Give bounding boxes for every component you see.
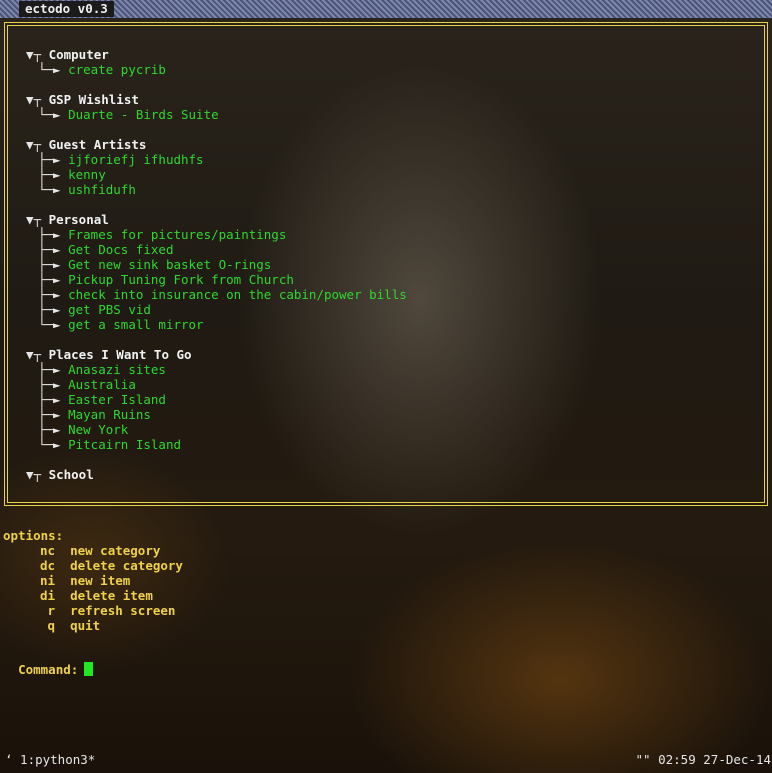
options-header: options: xyxy=(3,528,64,543)
option-label: new category xyxy=(70,543,161,558)
todo-item-label: Duarte - Birds Suite xyxy=(68,107,219,122)
option-key: r xyxy=(47,603,55,618)
app-title: ectodo v0.3 xyxy=(19,1,114,17)
tree-connector-icon: ├─► xyxy=(38,242,69,257)
option-row: di delete item xyxy=(0,588,153,603)
todo-item[interactable]: ├─► Easter Island xyxy=(38,392,166,407)
expand-arrow-icon[interactable]: ▼┬ xyxy=(26,347,49,362)
option-key: dc xyxy=(39,558,55,573)
expand-arrow-icon[interactable]: ▼┬ xyxy=(26,467,49,482)
tree-connector-icon: ├─► xyxy=(38,227,69,242)
todo-item-label: Australia xyxy=(68,377,136,392)
todo-item[interactable]: ├─► Mayan Ruins xyxy=(38,407,151,422)
command-line[interactable]: Command: xyxy=(3,647,94,677)
title-bar: ectodo v0.3 xyxy=(0,0,772,18)
category-row[interactable]: ▼┬ Personal xyxy=(26,212,109,227)
tree-connector-icon: └─► xyxy=(38,437,69,452)
category-label: Computer xyxy=(48,47,109,62)
todo-item-label: Pickup Tuning Fork from Church xyxy=(68,272,294,287)
todo-item-label: Get Docs fixed xyxy=(68,242,174,257)
option-key: di xyxy=(39,588,55,603)
todo-item[interactable]: ├─► ijforiefj ifhudhfs xyxy=(38,152,204,167)
todo-item[interactable]: └─► Duarte - Birds Suite xyxy=(38,107,219,122)
todo-item[interactable]: ├─► New York xyxy=(38,422,128,437)
option-row: dc delete category xyxy=(0,558,183,573)
todo-item-label: Get new sink basket O-rings xyxy=(68,257,272,272)
category-row[interactable]: ▼┬ Computer xyxy=(26,47,109,62)
todo-item[interactable]: ├─► check into insurance on the cabin/po… xyxy=(38,287,407,302)
category-row[interactable]: ▼┬ GSP Wishlist xyxy=(26,92,139,107)
todo-item[interactable]: └─► ushfidufh xyxy=(38,182,136,197)
category-label: GSP Wishlist xyxy=(48,92,139,107)
todo-item[interactable]: └─► Pitcairn Island xyxy=(38,437,181,452)
option-key: ni xyxy=(39,573,55,588)
tree-connector-icon: ├─► xyxy=(38,362,69,377)
todo-item-label: get PBS vid xyxy=(68,302,151,317)
category-row[interactable]: ▼┬ School xyxy=(26,467,94,482)
option-row: nc new category xyxy=(0,543,160,558)
todo-item[interactable]: ├─► Pickup Tuning Fork from Church xyxy=(38,272,294,287)
todo-item[interactable]: ├─► Get new sink basket O-rings xyxy=(38,257,271,272)
text-cursor xyxy=(84,662,94,676)
tree-connector-icon: └─► xyxy=(38,317,69,332)
todo-item[interactable]: ├─► Anasazi sites xyxy=(38,362,166,377)
category-label: School xyxy=(48,467,94,482)
tree-connector-icon: ├─► xyxy=(38,272,69,287)
todo-item[interactable]: └─► get a small mirror xyxy=(38,317,204,332)
option-row: ni new item xyxy=(0,573,130,588)
category-row[interactable]: ▼┬ Places I Want To Go xyxy=(26,347,192,362)
tree-connector-icon: ├─► xyxy=(38,422,69,437)
todo-item-label: kenny xyxy=(68,167,106,182)
expand-arrow-icon[interactable]: ▼┬ xyxy=(26,92,49,107)
todo-item-label: ijforiefj ifhudhfs xyxy=(68,152,204,167)
todo-item-label: Mayan Ruins xyxy=(68,407,151,422)
tree-connector-icon: ├─► xyxy=(38,287,69,302)
tree-connector-icon: ├─► xyxy=(38,257,69,272)
todo-item[interactable]: ├─► kenny xyxy=(38,167,106,182)
tree-connector-icon: ├─► xyxy=(38,302,69,317)
status-window-list: ‘ 1:python3* xyxy=(5,752,96,767)
option-label: quit xyxy=(70,618,101,633)
tree-connector-icon: └─► xyxy=(38,107,69,122)
tree-connector-icon: ├─► xyxy=(38,392,69,407)
tree-connector-icon: ├─► xyxy=(38,407,69,422)
todo-item[interactable]: └─► create pycrib xyxy=(38,62,166,77)
expand-arrow-icon[interactable]: ▼┬ xyxy=(26,137,49,152)
todo-item-label: Anasazi sites xyxy=(68,362,166,377)
option-label: new item xyxy=(70,573,131,588)
expand-arrow-icon[interactable]: ▼┬ xyxy=(26,212,49,227)
todo-item-label: Pitcairn Island xyxy=(68,437,181,452)
todo-item-label: Easter Island xyxy=(68,392,166,407)
category-label: Places I Want To Go xyxy=(48,347,192,362)
todo-item-label: create pycrib xyxy=(68,62,166,77)
category-label: Personal xyxy=(48,212,109,227)
category-row[interactable]: ▼┬ Guest Artists xyxy=(26,137,146,152)
tree-connector-icon: ├─► xyxy=(38,152,69,167)
option-label: refresh screen xyxy=(70,603,176,618)
option-key: nc xyxy=(39,543,55,558)
todo-item-label: New York xyxy=(68,422,129,437)
status-clock: "" 02:59 27-Dec-14 xyxy=(635,752,771,767)
command-prompt: Command: xyxy=(18,662,79,677)
todo-item[interactable]: ├─► get PBS vid xyxy=(38,302,151,317)
todo-item[interactable]: ├─► Frames for pictures/paintings xyxy=(38,227,286,242)
expand-arrow-icon[interactable]: ▼┬ xyxy=(26,47,49,62)
todo-item-label: get a small mirror xyxy=(68,317,204,332)
option-label: delete category xyxy=(70,558,183,573)
todo-item[interactable]: ├─► Australia xyxy=(38,377,136,392)
tree-connector-icon: ├─► xyxy=(38,377,69,392)
option-label: delete item xyxy=(70,588,153,603)
option-row: q quit xyxy=(0,618,100,633)
tree-connector-icon: └─► xyxy=(38,182,69,197)
todo-item-label: check into insurance on the cabin/power … xyxy=(68,287,407,302)
todo-item[interactable]: ├─► Get Docs fixed xyxy=(38,242,173,257)
tree-connector-icon: └─► xyxy=(38,62,69,77)
tree-connector-icon: ├─► xyxy=(38,167,69,182)
todo-item-label: ushfidufh xyxy=(68,182,136,197)
category-label: Guest Artists xyxy=(48,137,147,152)
option-row: r refresh screen xyxy=(0,603,175,618)
option-key: q xyxy=(47,618,55,633)
todo-item-label: Frames for pictures/paintings xyxy=(68,227,287,242)
